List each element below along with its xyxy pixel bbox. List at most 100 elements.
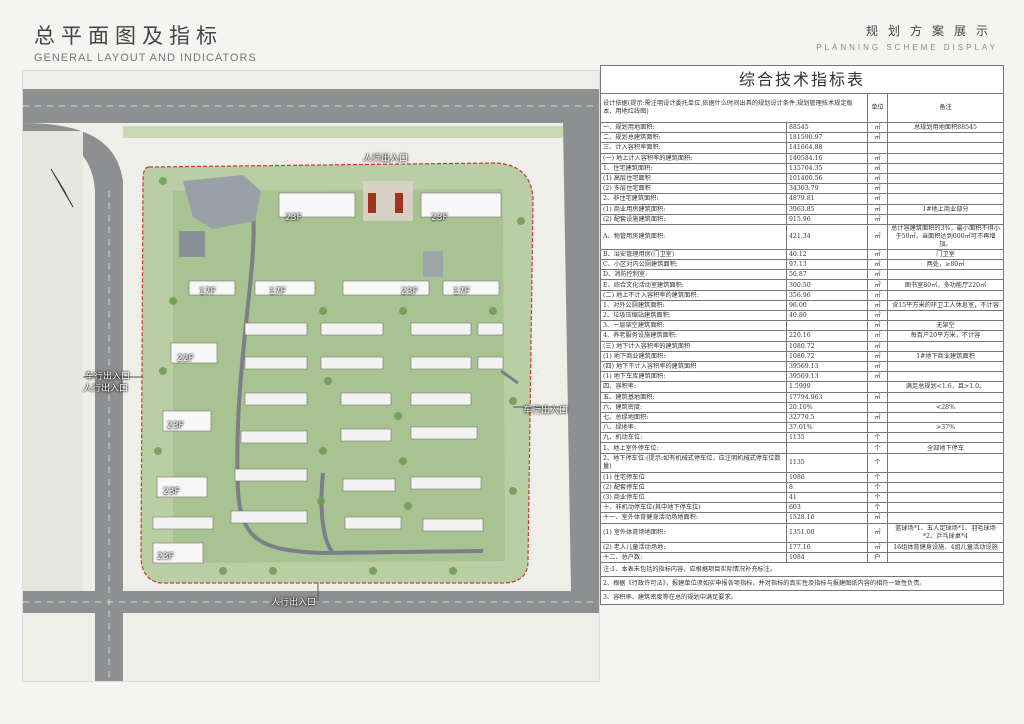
row-item: 十、非机动停车位(其中地下停车位) bbox=[600, 502, 787, 514]
row-unit: ㎡ bbox=[867, 132, 888, 144]
row-item: 1、对外公厕建筑面积: bbox=[600, 299, 787, 312]
table-row: 二、规划总建筑面积: 181590.97 ㎡ bbox=[600, 132, 1005, 144]
row-unit: ㎡ bbox=[867, 299, 888, 312]
table-row: (2) 老人儿童活动场地: 177.16 ㎡ 16组体育健身设施、4组儿童活动设施 bbox=[600, 541, 1005, 553]
table-row: 3、一层架空建筑面积: ㎡无架空 bbox=[600, 320, 1005, 332]
row-unit: ㎡ bbox=[867, 162, 888, 174]
row-unit: ㎡ bbox=[867, 259, 888, 271]
table-note-row: 注:1、本表未包括的指标内容，应根据项目实际情况补充标注。 bbox=[599, 561, 1005, 577]
row-item: 三、计入容积率面积: bbox=[600, 142, 787, 154]
table-row: 六、建筑密度: 20.10% <28% bbox=[600, 401, 1005, 413]
row-value: 421.34 bbox=[786, 223, 868, 250]
row-unit: 户 bbox=[867, 551, 888, 563]
table-row: (3) 商业停车位 41 个 bbox=[600, 491, 1005, 504]
row-value: 3963.85 bbox=[786, 203, 868, 215]
row-value: 220.16 bbox=[786, 330, 868, 342]
row-note: 1#地下商业建筑面积 bbox=[886, 350, 1005, 362]
row-value: 101400.56 bbox=[786, 172, 868, 185]
row-note bbox=[886, 193, 1005, 205]
row-value: 40.80 bbox=[786, 309, 868, 322]
table-title-row: 综合技术指标表 bbox=[599, 65, 1005, 94]
page-subtitle: GENERAL LAYOUT AND INDICATORS bbox=[34, 52, 257, 64]
table-row: (1) 地下商业建筑面积: 1080.72 ㎡ 1#地下商业建筑面积 bbox=[600, 350, 1005, 362]
header-note: 备注 bbox=[886, 93, 1005, 123]
table-row: 四、容积率: 1.5999 满足总规划<1.6，且>1.0。 bbox=[600, 381, 1005, 393]
row-unit: ㎡ bbox=[867, 193, 888, 205]
building-height-label: 22F bbox=[177, 354, 194, 364]
table-row: D、消防控制室: 56.87 ㎡ bbox=[600, 269, 1005, 281]
row-unit: ㎡ bbox=[867, 223, 888, 250]
row-value: 32770.5 bbox=[786, 411, 868, 424]
row-unit: ㎡ bbox=[867, 172, 888, 185]
row-note bbox=[886, 289, 1005, 301]
row-value: 1135 bbox=[786, 452, 868, 473]
row-value: 181590.97 bbox=[786, 132, 868, 144]
page-title-block: 总平面图及指标 GENERAL LAYOUT AND INDICATORS bbox=[34, 20, 257, 64]
row-note bbox=[886, 391, 1005, 403]
row-value: 96.00 bbox=[786, 299, 868, 312]
row-value: 88545 bbox=[786, 121, 868, 134]
row-note: 全部地下停车 bbox=[886, 442, 1005, 454]
row-value: 135704.35 bbox=[786, 162, 868, 174]
row-item: 3、一层架空建筑面积: bbox=[600, 320, 787, 332]
table-row: 1、住宅建筑面积: 135704.35 ㎡ bbox=[600, 162, 1005, 174]
row-unit: ㎡ bbox=[867, 320, 888, 332]
row-value: 1084 bbox=[786, 551, 868, 563]
row-note: 满足总规划<1.6，且>1.0。 bbox=[886, 381, 1005, 393]
row-unit: 个 bbox=[867, 432, 888, 444]
entrance-label-right: 车行出入口 bbox=[523, 406, 569, 416]
table-row: (三) 地下计入容积率的建筑面积 1080.72 ㎡ bbox=[600, 340, 1005, 352]
row-note bbox=[886, 309, 1005, 322]
table-row: (1) 高层住宅面积 101400.56 ㎡ bbox=[600, 172, 1005, 185]
row-item: 七、总绿地面积: bbox=[600, 411, 787, 424]
row-value bbox=[786, 442, 868, 454]
table-row: 4、养老服务设施建筑面积: 220.16 ㎡每百户20平方米，不计容 bbox=[600, 330, 1005, 342]
building-height-label: 23F bbox=[401, 287, 418, 297]
table-row: 2、垃圾压缩站建筑面积: 40.80 ㎡ bbox=[600, 309, 1005, 322]
row-note: 总规划用地面积88545 bbox=[886, 121, 1005, 134]
row-unit: ㎡ bbox=[867, 340, 888, 352]
row-note bbox=[886, 502, 1005, 514]
row-note bbox=[886, 481, 1005, 494]
row-item: (2) 配套设施建筑面积: bbox=[600, 213, 787, 225]
row-unit: 个 bbox=[867, 452, 888, 473]
section-subtitle: PLANNING SCHEME DISPLAY bbox=[816, 43, 998, 52]
table-note: 3、容积率、建筑密度等在总的规划中满足要求。 bbox=[599, 589, 1005, 605]
row-value bbox=[786, 320, 868, 332]
row-note bbox=[886, 183, 1005, 195]
table-row: E、综合文化活动室建筑面积: 300.50 ㎡图书室80㎡，多功能厅220㎡ bbox=[600, 279, 1005, 291]
table-row: A、物管用房建筑面积: 421.34 ㎡总计容建筑面积的3%，最小面积不得小于50㎡… bbox=[600, 223, 1005, 250]
table-row: (四) 地下不计入容积率的建筑面积 39569.13 ㎡ bbox=[600, 360, 1005, 373]
row-item: (2) 老人儿童活动场地: bbox=[600, 541, 787, 553]
row-note: 无架空 bbox=[886, 320, 1005, 332]
row-item: E、综合文化活动室建筑面积: bbox=[600, 279, 787, 291]
table-row: 三、计入容积率面积: 141664.88 bbox=[600, 142, 1005, 154]
building-height-label: 23F bbox=[431, 213, 448, 223]
row-unit: 个 bbox=[867, 481, 888, 494]
row-value: 1.5999 bbox=[786, 381, 868, 393]
table-title: 综合技术指标表 bbox=[599, 65, 1005, 94]
row-item: 1、地上室外停车位: bbox=[600, 442, 787, 454]
row-item: B、治安管理用房(门卫室) bbox=[600, 248, 787, 261]
section-title: 规划方案展示 bbox=[865, 24, 998, 38]
row-unit: ㎡ bbox=[867, 330, 888, 342]
header-unit: 单位 bbox=[867, 93, 888, 123]
row-item: 十一、室外体育健身活动场地面积: bbox=[600, 512, 787, 524]
row-unit: ㎡ bbox=[867, 279, 888, 291]
row-unit: ㎡ bbox=[867, 391, 888, 403]
row-item: (2) 配套停车位 bbox=[600, 481, 787, 494]
row-value: 915.96 bbox=[786, 213, 868, 225]
row-unit: ㎡ bbox=[867, 512, 888, 524]
row-unit: ㎡ bbox=[867, 269, 888, 281]
row-item: (1) 室外体育场地面积: bbox=[600, 522, 787, 543]
row-value: 97.13 bbox=[786, 259, 868, 271]
entrance-label-bottom: 人行出入口 bbox=[271, 598, 317, 608]
table-note-row: 3、容积率、建筑密度等在总的规划中满足要求。 bbox=[599, 589, 1005, 605]
row-value: 4879.81 bbox=[786, 193, 868, 205]
row-note: 16组体育健身设施、4组儿童活动设施 bbox=[886, 541, 1005, 553]
row-item: 二、规划总建筑面积: bbox=[600, 132, 787, 144]
building-height-label: 17F bbox=[199, 287, 216, 297]
table-note: 2、根据《行政许可法》，报建单位须如实申报各项指标，并对指标的真实性及指标与报建… bbox=[599, 575, 1005, 591]
row-unit: ㎡ bbox=[867, 289, 888, 301]
row-value: 41 bbox=[786, 491, 868, 504]
